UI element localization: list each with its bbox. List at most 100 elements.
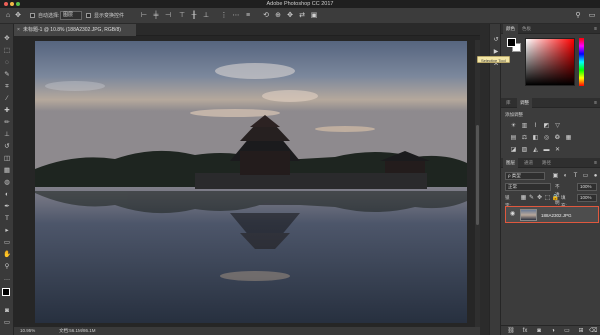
- new-layer-icon[interactable]: ⊞: [577, 327, 585, 335]
- add-mask-icon[interactable]: ◙: [535, 327, 543, 335]
- hue-slider[interactable]: [579, 38, 584, 86]
- filter-type-icon[interactable]: T: [571, 172, 580, 180]
- blend-mode-dropdown[interactable]: 正常: [505, 183, 551, 191]
- home-icon[interactable]: ⌂: [4, 12, 12, 20]
- hue-saturation-icon[interactable]: ▤: [509, 134, 518, 142]
- align-top-icon[interactable]: ⊤: [178, 12, 186, 20]
- hand-tool-icon[interactable]: ✋: [2, 250, 12, 259]
- visibility-eye-icon[interactable]: ◉: [509, 211, 516, 218]
- tab-color[interactable]: 颜色: [503, 24, 518, 34]
- move-tool-icon[interactable]: ✥: [14, 12, 22, 20]
- eyedropper-tool-icon[interactable]: ⁄: [2, 94, 12, 103]
- more-tools-icon[interactable]: …: [2, 274, 12, 283]
- close-document-icon[interactable]: ×: [17, 24, 20, 36]
- filter-pixel-icon[interactable]: ▣: [551, 172, 560, 180]
- color-picker-field[interactable]: [525, 38, 575, 86]
- tab-swatches[interactable]: 色板: [519, 24, 534, 34]
- lock-all-icon[interactable]: 🔒: [551, 194, 560, 202]
- canvas-vertical-scrollbar[interactable]: [475, 40, 480, 327]
- new-adjustment-layer-icon[interactable]: ◑: [549, 327, 557, 335]
- brush-tool-icon[interactable]: ✏: [2, 118, 12, 127]
- panel-menu-icon[interactable]: ≡: [594, 98, 597, 108]
- tab-channels[interactable]: 通道: [521, 158, 536, 168]
- distribute-icon[interactable]: ⋮: [220, 12, 228, 20]
- marquee-tool-icon[interactable]: ⬚: [2, 46, 12, 55]
- curves-icon[interactable]: ⌇: [531, 122, 540, 130]
- zoom-tool-icon[interactable]: ⚲: [2, 262, 12, 271]
- color-balance-icon[interactable]: ⚖: [520, 134, 529, 142]
- color-lookup-icon[interactable]: ▦: [564, 134, 573, 142]
- dodge-tool-icon[interactable]: ◐: [2, 190, 12, 199]
- posterize-icon[interactable]: ▨: [520, 146, 529, 154]
- invert-icon[interactable]: ◪: [509, 146, 518, 154]
- filter-toggle-icon[interactable]: ●: [591, 172, 600, 180]
- quick-select-tool-icon[interactable]: ✎: [2, 70, 12, 79]
- zoom-level[interactable]: 10.95%: [20, 327, 35, 335]
- document-tab[interactable]: × 未标题-1 @ 10.8% (188A2302.JPG, RGB/8): [14, 24, 136, 36]
- show-transform-checkbox[interactable]: [86, 13, 91, 18]
- screen-mode-icon[interactable]: ▭: [2, 318, 12, 327]
- layer-filter-dropdown[interactable]: ρ 类型: [505, 172, 545, 180]
- type-tool-icon[interactable]: T: [2, 214, 12, 223]
- auto-select-checkbox[interactable]: [30, 13, 35, 18]
- layer-style-icon[interactable]: fx: [521, 327, 529, 335]
- path-selection-tool-icon[interactable]: ▸: [2, 226, 12, 235]
- 3d-mode-icon[interactable]: ⟲: [262, 12, 270, 20]
- tab-adjustments[interactable]: 调整: [517, 98, 532, 108]
- history-brush-tool-icon[interactable]: ↺: [2, 142, 12, 151]
- crop-tool-icon[interactable]: ⌗: [2, 82, 12, 91]
- foreground-color-swatch[interactable]: [2, 288, 10, 296]
- filter-shape-icon[interactable]: ▭: [581, 172, 590, 180]
- move-tool-icon[interactable]: ✥: [2, 34, 12, 43]
- workspace-icon[interactable]: ▭: [588, 12, 596, 20]
- fill-field[interactable]: 100%: [577, 194, 597, 202]
- clone-stamp-tool-icon[interactable]: ⊥: [2, 130, 12, 139]
- lasso-tool-icon[interactable]: ◌: [2, 58, 12, 67]
- photo-filter-icon[interactable]: ◎: [542, 134, 551, 142]
- vibrance-icon[interactable]: ▽: [553, 122, 562, 130]
- 3d-slide-icon[interactable]: ⇄: [298, 12, 306, 20]
- pen-tool-icon[interactable]: ✒: [2, 202, 12, 211]
- layer-name[interactable]: 188A2302.JPG: [541, 207, 572, 224]
- blur-tool-icon[interactable]: ◍: [2, 178, 12, 187]
- 3d-pan-icon[interactable]: ✥: [286, 12, 294, 20]
- threshold-icon[interactable]: ◭: [531, 146, 540, 154]
- layer-row[interactable]: ◉ 188A2302.JPG: [505, 206, 599, 223]
- gradient-tool-icon[interactable]: ▦: [2, 166, 12, 175]
- black-white-icon[interactable]: ◧: [531, 134, 540, 142]
- align-center-icon[interactable]: ╪: [152, 12, 160, 20]
- brightness-icon[interactable]: ☀: [509, 122, 518, 130]
- levels-icon[interactable]: ▥: [520, 122, 529, 130]
- channel-mixer-icon[interactable]: ❂: [553, 134, 562, 142]
- new-group-icon[interactable]: ▭: [563, 327, 571, 335]
- 3d-rotate-icon[interactable]: ⊕: [274, 12, 282, 20]
- tab-libraries[interactable]: 库: [503, 98, 514, 108]
- align-right-icon[interactable]: ⊣: [164, 12, 172, 20]
- tab-layers[interactable]: 图层: [503, 158, 518, 168]
- play-actions-icon[interactable]: ▶: [492, 48, 500, 56]
- filter-adjust-icon[interactable]: ◐: [561, 172, 570, 180]
- opacity-field[interactable]: 100%: [577, 183, 597, 191]
- canvas-area[interactable]: [14, 36, 480, 327]
- align-left-icon[interactable]: ⊢: [140, 12, 148, 20]
- document-size[interactable]: 文档:56.1M/86.1M: [59, 327, 96, 335]
- quick-mask-icon[interactable]: ◙: [2, 306, 12, 315]
- history-panel-icon[interactable]: ↺: [492, 36, 500, 44]
- shape-tool-icon[interactable]: ▭: [2, 238, 12, 247]
- tab-paths[interactable]: 路径: [539, 158, 554, 168]
- distribute-v-icon[interactable]: ≡: [244, 12, 252, 20]
- 3d-scale-icon[interactable]: ▣: [310, 12, 318, 20]
- delete-layer-icon[interactable]: ⌫: [589, 327, 597, 335]
- panel-menu-icon[interactable]: ≡: [594, 24, 597, 34]
- foreground-color-chip[interactable]: [507, 38, 516, 47]
- canvas-photo[interactable]: [35, 41, 467, 323]
- eraser-tool-icon[interactable]: ◫: [2, 154, 12, 163]
- auto-select-dropdown[interactable]: 图层: [60, 11, 82, 20]
- distribute-h-icon[interactable]: ⋯: [232, 12, 240, 20]
- healing-brush-tool-icon[interactable]: ✚: [2, 106, 12, 115]
- gradient-map-icon[interactable]: ▬: [542, 146, 551, 154]
- scrollbar-thumb[interactable]: [476, 125, 479, 225]
- link-layers-icon[interactable]: ⛓: [507, 327, 515, 335]
- align-middle-icon[interactable]: ╫: [190, 12, 198, 20]
- panel-menu-icon[interactable]: ≡: [594, 158, 597, 168]
